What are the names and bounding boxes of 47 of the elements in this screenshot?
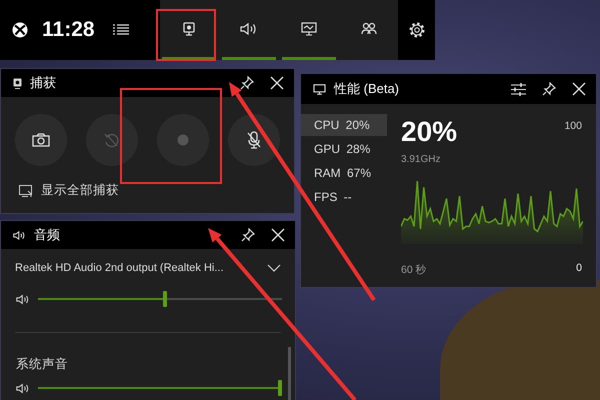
camera-icon: [32, 133, 50, 147]
time-range-label: 60 秒: [401, 263, 427, 277]
rewind-record-icon: [104, 132, 120, 148]
show-all-captures-link[interactable]: 显示全部捕获: [41, 182, 119, 199]
pin-icon[interactable]: [240, 76, 254, 90]
clock-time: 11:28: [42, 18, 95, 42]
highlight-box: [156, 9, 216, 61]
graph-min-label: 0: [576, 262, 582, 274]
cpu-usage-value: 20%: [401, 116, 458, 148]
audio-source-label: 系统声音: [16, 356, 69, 373]
settings-icon[interactable]: [408, 21, 426, 39]
speaker-icon: [240, 22, 258, 36]
audio-device-name[interactable]: Realtek HD Audio 2nd output (Realtek Hi...: [15, 262, 224, 274]
camera-capture-icon: [13, 78, 22, 88]
scrollbar[interactable]: [288, 347, 291, 400]
metric-item[interactable]: GPU 28%: [301, 138, 387, 160]
people-icon: [361, 22, 377, 35]
speaker-icon: [16, 382, 30, 394]
panel-title: 性能 (Beta): [334, 80, 400, 98]
close-icon[interactable]: [270, 76, 284, 90]
slider-thumb[interactable]: [163, 291, 168, 307]
xbox-logo-icon[interactable]: [12, 22, 28, 38]
metric-item[interactable]: CPU 20%: [301, 114, 387, 136]
pin-icon[interactable]: [542, 82, 556, 96]
gallery-icon: [19, 184, 33, 196]
close-icon[interactable]: [572, 82, 586, 96]
slider-thumb[interactable]: [278, 380, 282, 396]
speaker-icon: [13, 230, 26, 240]
graph-max-label: 100: [564, 120, 582, 132]
metric-item[interactable]: RAM 67%: [301, 162, 387, 184]
monitor-icon: [313, 84, 326, 94]
volume-slider[interactable]: [38, 291, 282, 307]
monitor-icon: [301, 22, 317, 36]
cpu-clock-speed: 3.91GHz: [401, 154, 440, 165]
panel-title: 音频: [34, 226, 61, 244]
speaker-icon: [16, 294, 30, 304]
volume-slider[interactable]: [38, 380, 282, 396]
metric-item[interactable]: FPS --: [301, 186, 387, 208]
panel-title: 捕获: [30, 74, 57, 92]
chevron-down-icon[interactable]: [267, 264, 281, 272]
mic-off-icon: [247, 131, 261, 149]
pin-icon[interactable]: [241, 228, 255, 242]
sliders-icon[interactable]: [511, 82, 526, 96]
menu-icon[interactable]: [112, 24, 129, 36]
camera-capture-icon: [183, 22, 195, 36]
record-dot-icon: [177, 134, 189, 146]
close-icon[interactable]: [271, 228, 285, 242]
